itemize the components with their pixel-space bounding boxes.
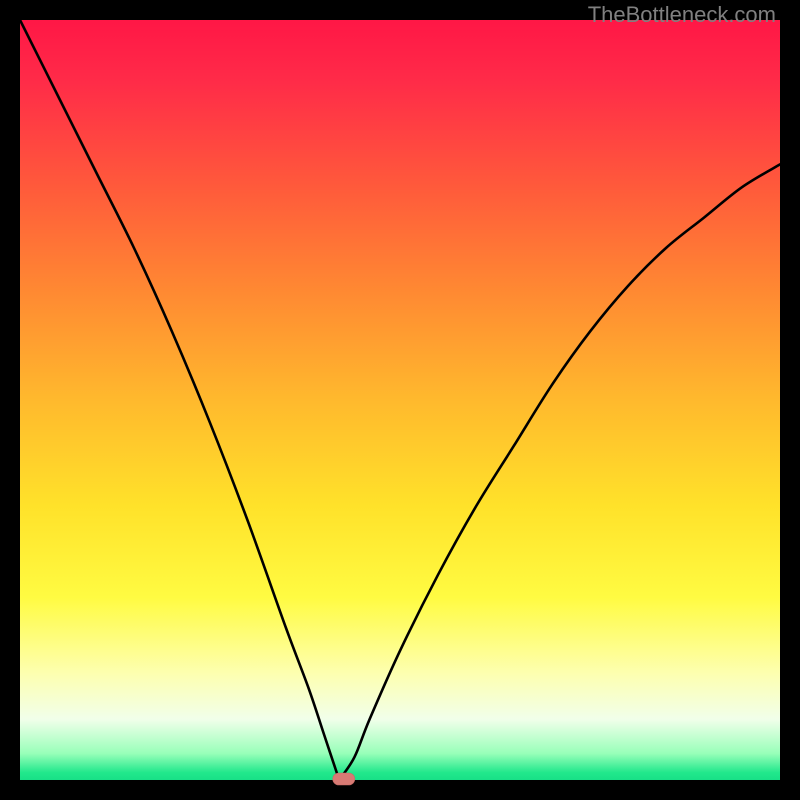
bottleneck-curve: [20, 20, 780, 780]
plot-area: [20, 20, 780, 780]
curve-layer: [20, 20, 780, 780]
outer-frame: TheBottleneck.com: [0, 0, 800, 800]
minimum-marker: [333, 773, 355, 785]
watermark-text: TheBottleneck.com: [588, 2, 776, 28]
